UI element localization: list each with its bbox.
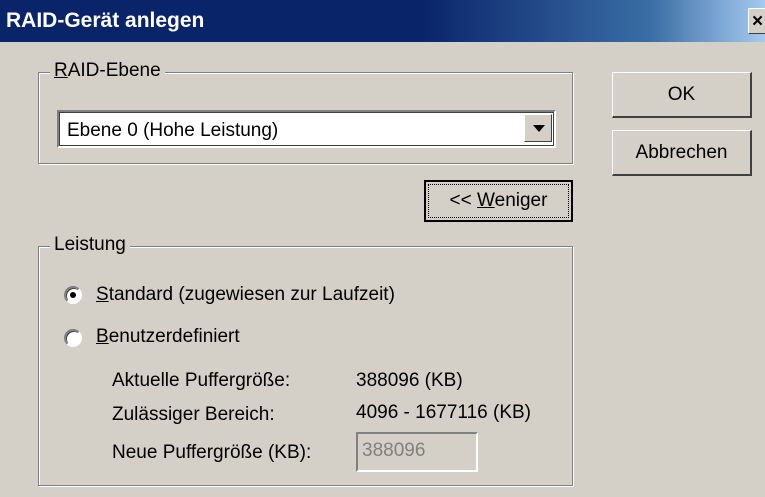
allowed-range-value: 4096 - 1677116 (KB) xyxy=(356,402,531,423)
raid-level-select[interactable]: Ebene 0 (Hohe Leistung) xyxy=(57,110,556,148)
custom-radio[interactable] xyxy=(64,329,82,347)
current-buffer-value: 388096 (KB) xyxy=(356,370,463,391)
ok-button[interactable]: OK xyxy=(612,72,752,118)
raid-level-selected-value: Ebene 0 (Hohe Leistung) xyxy=(67,120,279,141)
cancel-button[interactable]: Abbrechen xyxy=(612,130,752,176)
new-buffer-input: 388096 xyxy=(356,432,478,472)
standard-radio[interactable] xyxy=(64,286,82,304)
close-button[interactable]: × xyxy=(748,8,765,34)
new-buffer-label: Neue Puffergröße (KB): xyxy=(112,442,312,463)
custom-radio-label[interactable]: Benutzerdefiniert xyxy=(96,326,240,348)
less-button[interactable]: << Weniger xyxy=(424,180,573,222)
raid-level-group-label: RAID-Ebene xyxy=(50,60,165,82)
ok-button-label: OK xyxy=(667,84,696,105)
chevron-down-icon[interactable] xyxy=(524,114,552,142)
less-button-label: << Weniger xyxy=(449,190,548,211)
cancel-button-label: Abbrechen xyxy=(635,142,728,163)
allowed-range-label: Zulässiger Bereich: xyxy=(112,404,275,425)
performance-group-label: Leistung xyxy=(50,234,130,256)
title-bar: RAID-Gerät anlegen × xyxy=(0,0,765,42)
current-buffer-label: Aktuelle Puffergröße: xyxy=(112,370,291,391)
standard-radio-label[interactable]: Standard (zugewiesen zur Laufzeit) xyxy=(96,284,395,306)
window-title: RAID-Gerät anlegen xyxy=(6,9,205,32)
close-icon: × xyxy=(752,11,764,32)
